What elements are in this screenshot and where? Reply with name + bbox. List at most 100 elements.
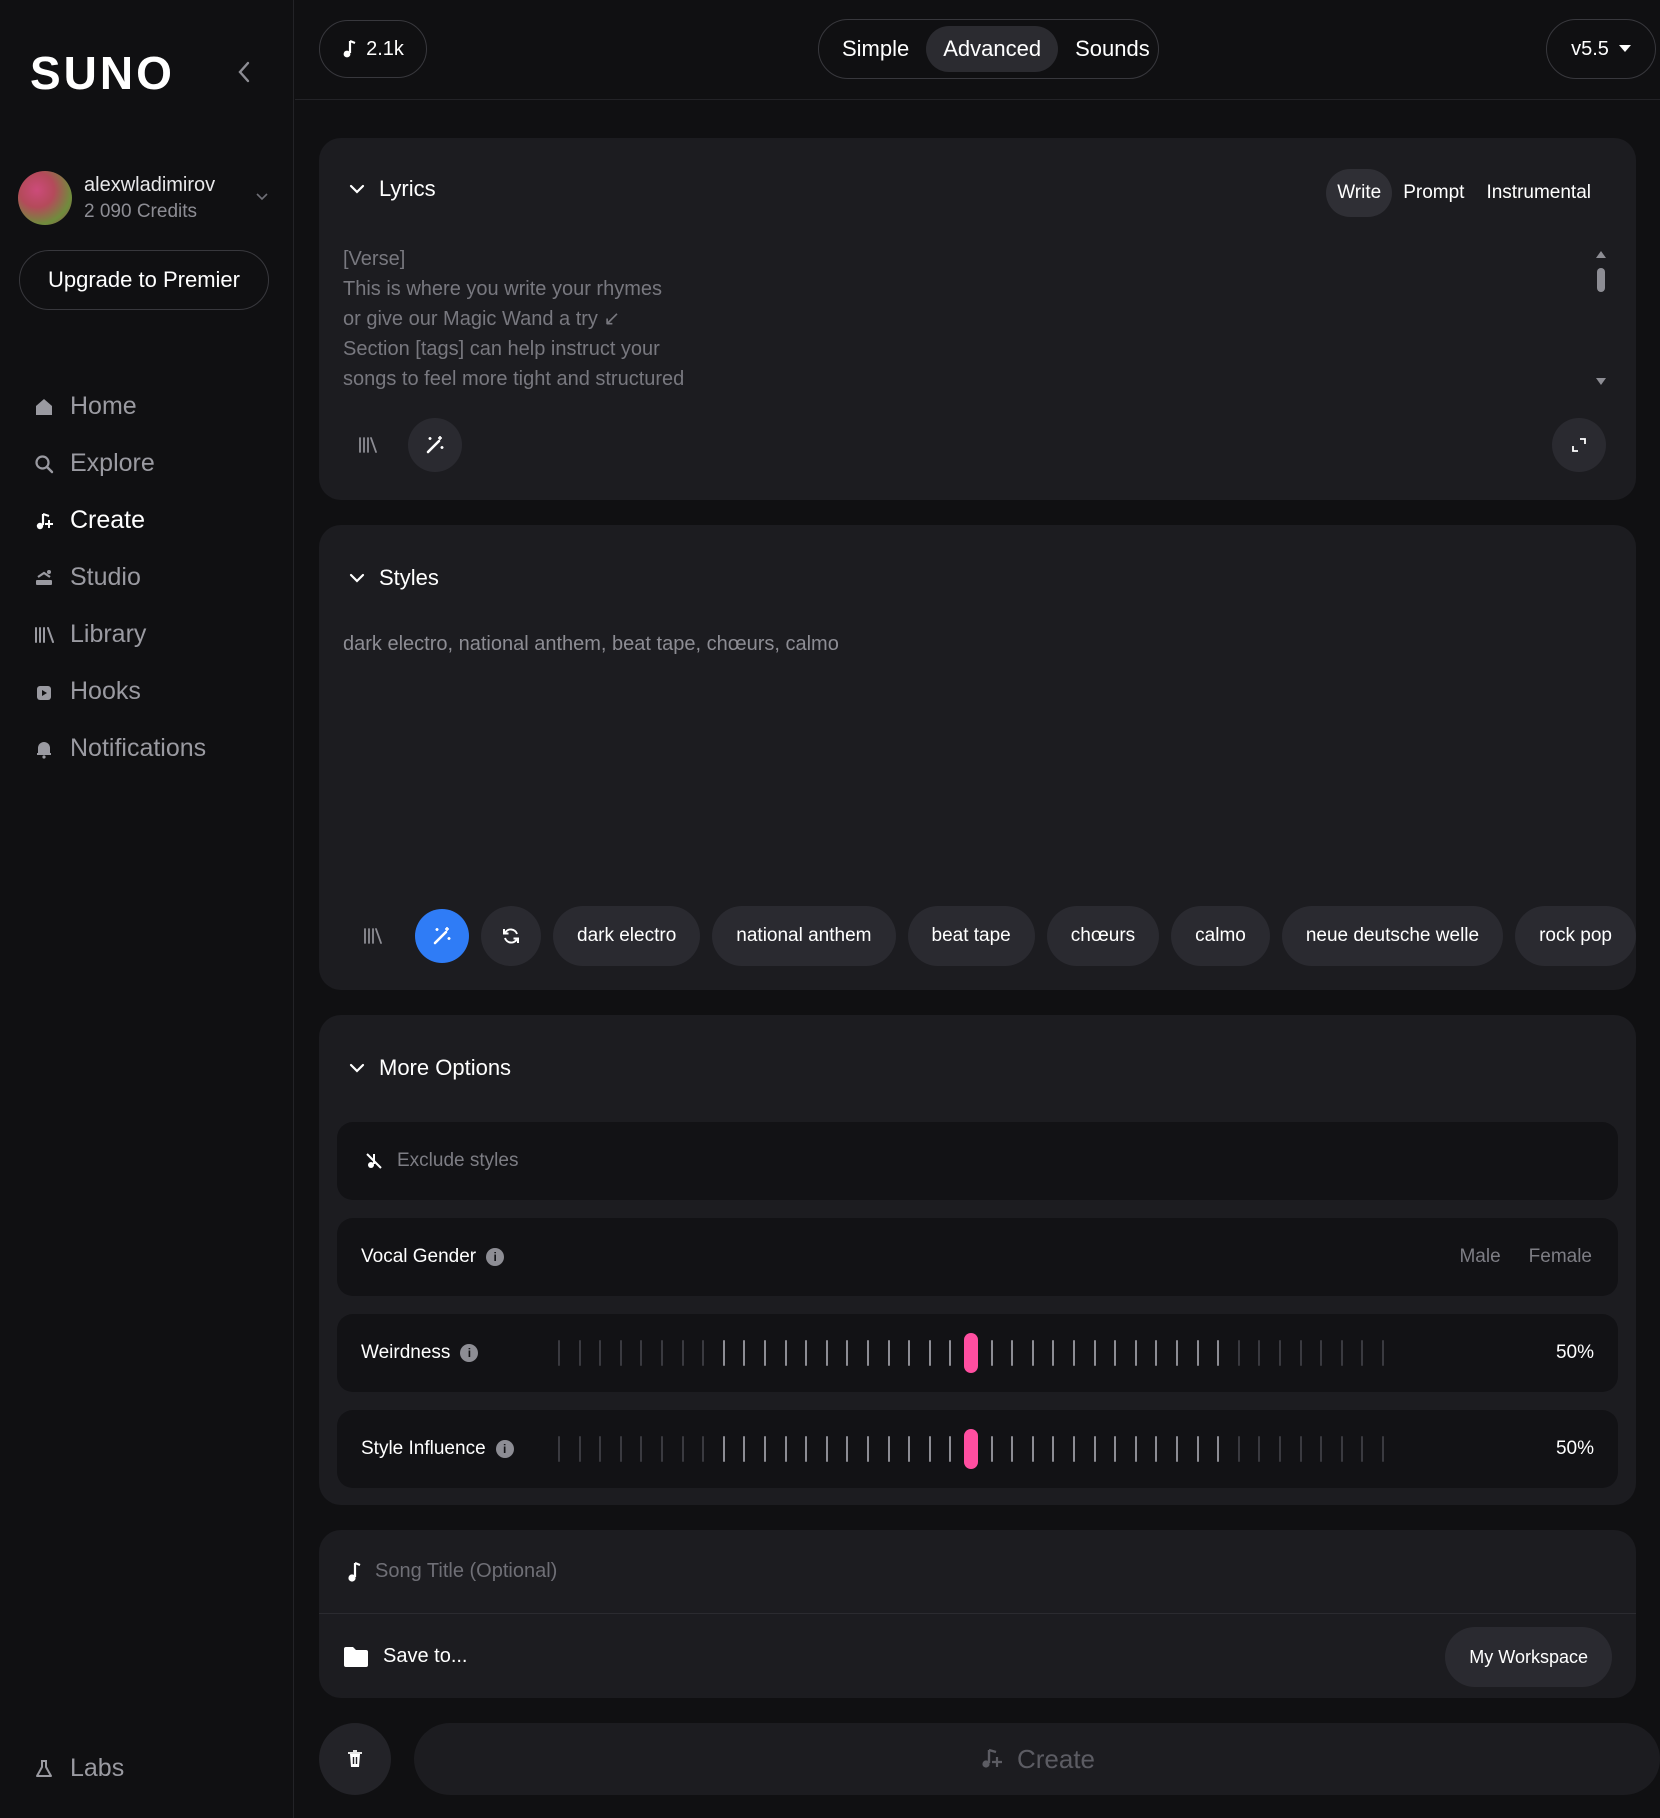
slider-thumb[interactable]	[964, 1333, 978, 1373]
exclude-styles-field[interactable]: Exclude styles	[337, 1122, 1618, 1200]
slider-tick	[661, 1436, 663, 1462]
library-icon[interactable]	[341, 418, 395, 472]
collapse-sidebar-icon[interactable]	[232, 60, 256, 84]
slider-tick	[908, 1340, 911, 1366]
lyrics-section: Lyrics Write Prompt Instrumental [Verse]…	[319, 138, 1636, 500]
style-influence-slider[interactable]	[558, 1429, 1384, 1469]
lyrics-input[interactable]: [Verse] This is where you write your rhy…	[343, 244, 684, 394]
magic-wand-icon[interactable]	[415, 909, 469, 963]
save-to-row[interactable]: Save to... My Workspace	[319, 1615, 1636, 1698]
sidebar: SUNO alexwladimirov 2 090 Credits Upgrad…	[0, 0, 294, 1818]
folder-icon	[343, 1646, 369, 1668]
info-icon[interactable]: i	[486, 1248, 505, 1266]
info-icon[interactable]: i	[495, 1440, 514, 1458]
user-name: alexwladimirov	[84, 173, 216, 196]
slider-tick	[990, 1436, 993, 1462]
slider-tick	[1258, 1340, 1261, 1366]
slider-tick	[764, 1436, 766, 1462]
slider-tick	[599, 1436, 602, 1462]
nav-item-studio[interactable]: Studio	[32, 549, 206, 606]
version-select[interactable]: v5.5	[1546, 19, 1656, 79]
tab-advanced[interactable]: Advanced	[926, 26, 1059, 72]
info-icon[interactable]: i	[460, 1344, 479, 1362]
user-menu[interactable]: alexwladimirov 2 090 Credits	[18, 170, 268, 226]
style-tag[interactable]: rock pop	[1515, 906, 1636, 966]
tab-prompt[interactable]: Prompt	[1392, 169, 1475, 217]
chevron-down-icon	[349, 1063, 365, 1073]
delete-button[interactable]	[319, 1723, 391, 1795]
tab-sounds[interactable]: Sounds	[1058, 26, 1167, 72]
nav-item-notifications[interactable]: Notifications	[32, 720, 206, 777]
tab-instrumental[interactable]: Instrumental	[1475, 169, 1602, 217]
suno-logo[interactable]: SUNO	[30, 46, 175, 100]
style-tag[interactable]: dark electro	[553, 906, 701, 966]
avatar	[18, 171, 72, 225]
style-tag[interactable]: beat tape	[907, 906, 1035, 966]
slider-tick	[1320, 1436, 1323, 1462]
trash-icon	[348, 1750, 362, 1767]
nav-item-create[interactable]: Create	[32, 492, 206, 549]
slider-tick	[1299, 1340, 1302, 1366]
slider-tick	[1073, 1340, 1075, 1366]
slider-tick	[1093, 1340, 1096, 1366]
slider-tick	[1134, 1436, 1137, 1462]
slider-tick	[1093, 1436, 1096, 1462]
magic-wand-icon[interactable]	[408, 418, 462, 472]
nav-item-labs[interactable]: Labs	[32, 1754, 124, 1783]
slider-tick	[846, 1340, 849, 1366]
slider-tick	[1299, 1436, 1302, 1462]
workspace-button[interactable]: My Workspace	[1445, 1627, 1612, 1687]
nav-label: Home	[70, 392, 137, 420]
slider-tick	[640, 1436, 643, 1462]
tab-write[interactable]: Write	[1326, 169, 1393, 217]
more-options-title: More Options	[379, 1055, 512, 1080]
slider-thumb[interactable]	[964, 1429, 978, 1469]
style-tag[interactable]: national anthem	[712, 906, 896, 966]
slider-tick	[805, 1340, 808, 1366]
song-details-section: Song Title (Optional) Save to... My Work…	[319, 1530, 1636, 1698]
lyrics-header[interactable]: Lyrics	[349, 176, 436, 202]
slider-tick	[1217, 1436, 1220, 1462]
slider-tick	[784, 1340, 787, 1366]
style-tag[interactable]: chœurs	[1046, 906, 1160, 966]
credits-pill[interactable]: 2.1k	[319, 20, 427, 78]
nav-item-home[interactable]: Home	[32, 378, 206, 435]
slider-tick	[1196, 1340, 1199, 1366]
nav-item-hooks[interactable]: Hooks	[32, 663, 206, 720]
weirdness-label: Weirdness	[361, 1342, 451, 1363]
slider-tick	[640, 1340, 643, 1366]
upgrade-button[interactable]: Upgrade to Premier	[19, 250, 269, 310]
lyrics-scrollbar[interactable]	[1594, 248, 1608, 388]
refresh-icon[interactable]	[481, 906, 541, 966]
nav-label: Hooks	[70, 677, 141, 705]
create-label: Create	[1016, 1743, 1096, 1774]
styles-input[interactable]: dark electro, national anthem, beat tape…	[343, 633, 839, 656]
slider-tick	[1114, 1340, 1117, 1366]
weirdness-row: Weirdness i 50%	[337, 1314, 1618, 1392]
slider-tick	[805, 1436, 808, 1462]
slider-tick	[1196, 1436, 1199, 1462]
expand-icon[interactable]	[1552, 418, 1606, 472]
gender-male-option[interactable]: Male	[1459, 1246, 1500, 1268]
mode-switcher: Simple Advanced Sounds	[818, 19, 1159, 79]
gender-female-option[interactable]: Female	[1529, 1246, 1592, 1268]
slider-tick	[949, 1436, 952, 1462]
flask-icon	[32, 1757, 56, 1781]
tab-simple[interactable]: Simple	[825, 26, 926, 72]
slider-tick	[681, 1340, 684, 1366]
chevron-down-icon	[256, 188, 268, 206]
styles-header[interactable]: Styles	[349, 565, 439, 591]
nav-item-library[interactable]: Library	[32, 606, 206, 663]
slider-tick	[1052, 1340, 1055, 1366]
create-button[interactable]: Create	[414, 1723, 1660, 1795]
style-tag[interactable]: calmo	[1171, 906, 1270, 966]
nav-item-explore[interactable]: Explore	[32, 435, 206, 492]
slider-tick	[1031, 1340, 1034, 1366]
library-icon[interactable]	[343, 906, 403, 966]
slider-tick	[1258, 1436, 1261, 1462]
more-options-header[interactable]: More Options	[349, 1055, 511, 1081]
slider-tick	[928, 1436, 931, 1462]
weirdness-slider[interactable]	[558, 1333, 1384, 1373]
style-tag[interactable]: neue deutsche welle	[1281, 906, 1504, 966]
song-title-field[interactable]: Song Title (Optional)	[319, 1530, 1636, 1614]
